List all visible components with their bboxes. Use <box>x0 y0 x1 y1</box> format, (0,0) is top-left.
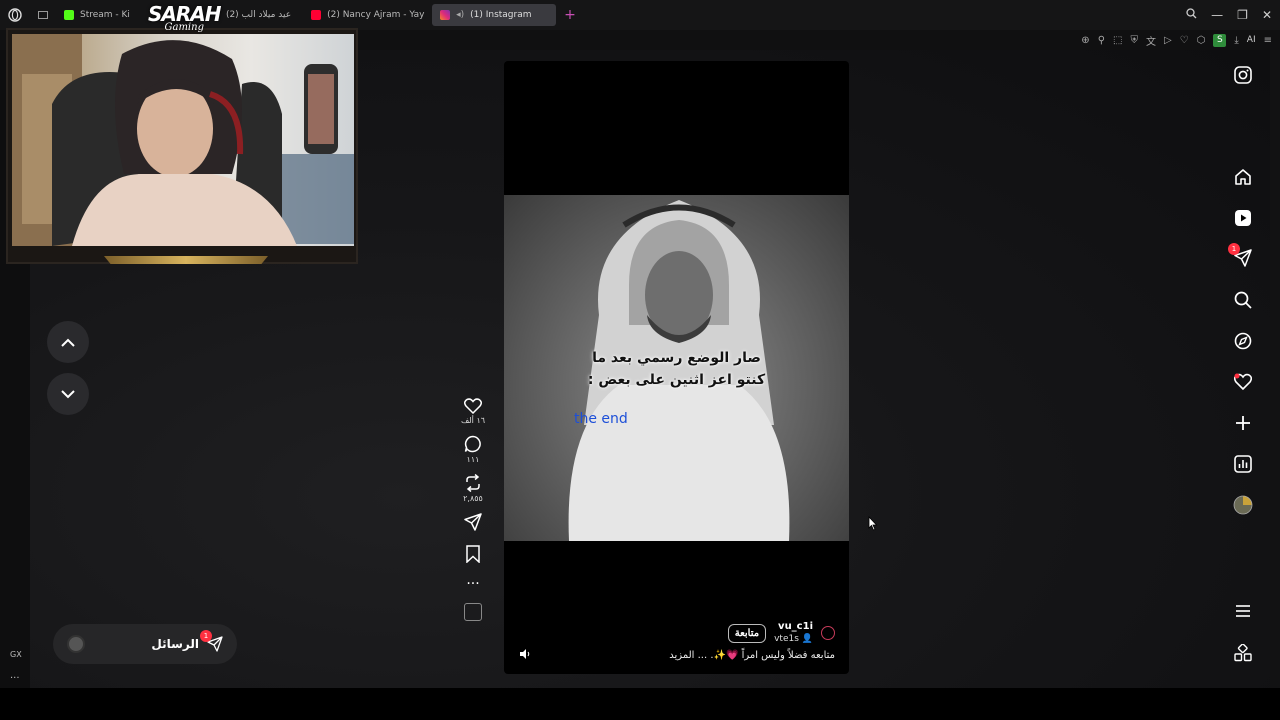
avatar <box>67 635 85 653</box>
tab-birthday-video[interactable]: (2) عيد ميلاد الب <box>218 4 299 26</box>
like-count: ١٦ ألف <box>460 416 486 425</box>
messages-label: الرسائل <box>151 637 199 651</box>
gx-label[interactable]: GX <box>10 650 22 659</box>
search-icon[interactable] <box>1230 287 1256 313</box>
caption-line: صار الوضع رسمي بعد ما <box>592 350 761 366</box>
repost-action[interactable]: ٢,٨٥٥ <box>463 474 483 503</box>
tab-label: (2) Nancy Ajram - Yay Se <box>327 10 429 20</box>
author-names: vu_c1i 👤 vte1s <box>774 621 813 645</box>
minimize-icon[interactable]: — <box>1211 8 1223 22</box>
instagram-favicon-icon <box>440 10 451 20</box>
home-icon[interactable] <box>1230 164 1256 190</box>
collab-username-text: vte1s <box>774 634 799 644</box>
volume-icon <box>520 649 530 659</box>
pin-icon[interactable]: ⚲ <box>1098 35 1105 46</box>
notifications-heart-icon[interactable] <box>1230 369 1256 395</box>
tab-label: (2) عيد ميلاد الب <box>225 10 292 20</box>
create-plus-icon[interactable] <box>1230 410 1256 436</box>
caption-line: كنتو اعز اثنين على بعض : <box>587 372 766 388</box>
tab-instagram[interactable]: ◂) (1) Instagram <box>432 4 557 26</box>
explore-icon[interactable] <box>1230 328 1256 354</box>
reels-icon[interactable] <box>1230 205 1256 231</box>
chevron-down-icon <box>61 389 75 398</box>
save-action[interactable] <box>466 545 480 563</box>
instagram-logo-icon[interactable] <box>1230 62 1256 88</box>
extensions-row: ⊕ ⚲ ⬚ ⛨ 文 ▷ ♡ ⬡ S ⤓ AI ≡ <box>1081 30 1272 50</box>
mouse-cursor-icon <box>868 516 878 531</box>
shield-icon[interactable]: ⛨ <box>1130 35 1138 46</box>
translate-icon[interactable]: 文 <box>1146 33 1156 48</box>
instagram-sidebar: 1 <box>1226 60 1260 670</box>
tab-label: (1) Instagram <box>470 10 532 20</box>
reel-caption: صار الوضع رسمي بعد ما كنتو اعز اثنين على… <box>544 347 809 391</box>
like-action[interactable]: ١٦ ألف <box>461 398 485 425</box>
stream-brand-logo: SARAH Gaming <box>148 3 221 33</box>
heart-icon[interactable]: ♡ <box>1180 35 1189 46</box>
messages-button[interactable]: الرسائل 1 <box>53 624 237 664</box>
new-tab-button[interactable]: + <box>564 7 576 23</box>
follow-button[interactable]: متابعة <box>727 623 767 643</box>
webcam-overlay <box>6 28 358 264</box>
repost-icon <box>466 474 480 492</box>
comment-action[interactable]: ١١١ <box>464 435 482 464</box>
play-icon[interactable]: ▷ <box>1164 35 1172 46</box>
more-icon: ... <box>466 572 480 588</box>
window-controls: — ❐ ✕ <box>1186 0 1272 30</box>
dashboard-icon[interactable] <box>1230 451 1256 477</box>
youtube-icon <box>311 10 322 20</box>
more-options-button[interactable]: ... <box>466 572 480 588</box>
share-action[interactable] <box>464 513 482 531</box>
tab-label: Stream - Ki <box>80 10 130 20</box>
direct-messages-icon[interactable]: 1 <box>1228 243 1256 271</box>
reel-video[interactable]: صار الوضع رسمي بعد ما كنتو اعز اثنين على… <box>504 61 849 674</box>
share-icon <box>464 513 482 531</box>
menu-hamburger-icon[interactable] <box>1230 598 1256 624</box>
close-icon[interactable]: ✕ <box>1262 8 1272 22</box>
author-username[interactable]: vu_c1i <box>774 621 813 633</box>
author-avatar[interactable] <box>821 626 835 640</box>
reel-overlay-text: the end <box>574 411 628 427</box>
speaker-icon: ◂) <box>456 10 465 20</box>
download-icon[interactable]: ⤓ <box>1234 35 1238 46</box>
tab-kick-stream[interactable]: Stream - Ki <box>56 4 138 26</box>
sidebar-more-button[interactable]: ... <box>10 670 20 681</box>
page-scrollbar[interactable] <box>1270 50 1280 688</box>
ai-button[interactable]: AI <box>1247 35 1256 45</box>
reel-frame: صار الوضع رسمي بعد ما كنتو اعز اثنين على… <box>504 195 849 541</box>
comment-count: ١١١ <box>466 455 480 464</box>
opera-menu-icon[interactable] <box>0 0 30 30</box>
profile-avatar[interactable] <box>1230 492 1256 518</box>
sidebar-toggle-icon[interactable] <box>34 4 52 26</box>
zoom-icon[interactable]: ⊕ <box>1081 35 1089 46</box>
kick-icon <box>64 10 74 20</box>
collab-username[interactable]: 👤 vte1s <box>774 633 813 645</box>
mute-button[interactable] <box>514 643 536 665</box>
overlay-decoration <box>104 256 268 264</box>
extension-s-icon[interactable]: S <box>1213 33 1227 47</box>
messages-badge: 1 <box>200 630 212 642</box>
reel-description[interactable]: متابعه فضلاً وليس امراً 💗✨. ... المزيد <box>669 650 835 661</box>
search-tabs-icon[interactable] <box>1186 8 1197 22</box>
direct-message-icon: 1 <box>200 630 223 652</box>
next-reel-button[interactable] <box>47 373 89 415</box>
heart-icon <box>463 398 482 414</box>
menu-icon[interactable]: ≡ <box>1264 35 1272 46</box>
notification-badge: 1 <box>1228 243 1240 255</box>
webcam-video <box>12 34 354 246</box>
also-from-meta-icon[interactable] <box>1230 640 1256 666</box>
reel-actions: ١٦ ألف ١١١ ٢,٨٥٥ ... <box>454 398 492 621</box>
person-icon: 👤 <box>801 634 813 644</box>
tab-youtube-nancy[interactable]: (2) Nancy Ajram - Yay Se <box>303 4 428 26</box>
chevron-up-icon <box>61 338 75 347</box>
snapshot-icon[interactable]: ⬚ <box>1113 35 1122 46</box>
comment-icon <box>464 435 481 453</box>
previous-reel-button[interactable] <box>47 321 89 363</box>
extensions-icon[interactable]: ⬡ <box>1197 35 1206 46</box>
repost-count: ٢,٨٥٥ <box>463 494 483 503</box>
bookmark-icon <box>466 545 480 563</box>
audio-thumbnail[interactable] <box>464 603 482 621</box>
bottom-bar <box>0 688 1280 720</box>
reel-author: vu_c1i 👤 vte1s متابعة <box>727 621 835 645</box>
restore-icon[interactable]: ❐ <box>1237 8 1248 22</box>
